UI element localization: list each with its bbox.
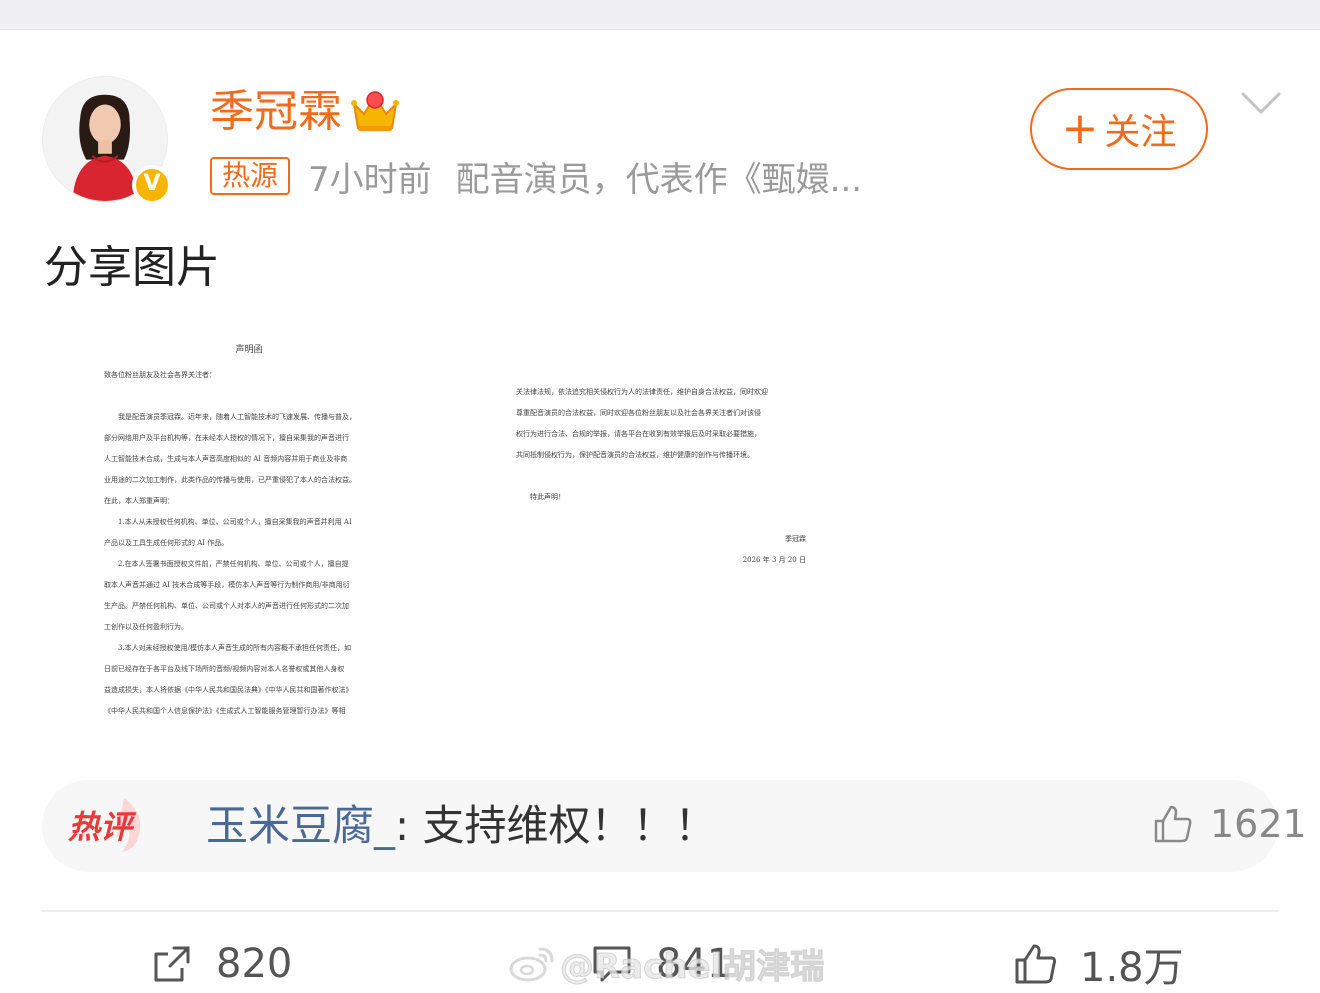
document-left-line: 2.在本人签署书面授权文件前，严禁任何机构、单位、公司或个人，擅自提 <box>118 560 349 568</box>
source-tag[interactable]: 热源 <box>210 157 291 195</box>
document-signature: 季冠霖 <box>785 535 806 543</box>
comment-separator: : <box>395 801 410 850</box>
comment-body: 玉米豆腐_: 支持维权！！！ <box>206 800 717 852</box>
share-button[interactable]: 820 <box>150 936 292 992</box>
post-time: 7小时前 <box>308 159 432 200</box>
crown-icon <box>351 91 399 131</box>
post-meta: 热源 7小时前 配音演员，代表作《甄嬛... <box>210 154 876 200</box>
document-left-line: 我是配音演员季冠霖。近年来，随着人工智能技术的飞速发展、传播与普及， <box>118 413 356 421</box>
like-button[interactable]: 1.8万 <box>1014 936 1184 992</box>
document-left-line: 《中华人民共和国个人信息保护法》《生成式人工智能服务管理暂行办法》等相 <box>104 707 346 715</box>
author-description: 配音演员，代表作《甄嬛... <box>455 159 863 200</box>
document-right-line: 权行为进行合法、合规的举报，请各平台在收到有效举报后及时采取必要措施， <box>516 430 761 438</box>
thumbs-up-icon <box>1154 805 1192 843</box>
document-left-line: 工创作以及任何盈利行为。 <box>104 623 188 631</box>
document-left-line: 益造成损失，本人将依据《中华人民共和国民法典》《中华人民共和国著作权法》 <box>104 686 353 694</box>
document-left-line: 在此，本人郑重声明： <box>104 497 174 505</box>
document-left-line: 业用途的二次加工制作，此类作品的传播与使用，已严重侵犯了本人的合法权益。 <box>104 476 356 484</box>
document-left-line: 产品以及工具生成任何形式的 AI 作品。 <box>104 539 229 547</box>
like-count: 1.8万 <box>1080 945 1184 991</box>
top-bar <box>0 0 1320 30</box>
document-left-line: 部分网络用户及平台机构等，在未经本人授权的情况下，擅自采集我的声音进行 <box>104 434 349 442</box>
document-left-line: 日前已经存在于各平台及线下场所的音频/视频内容对本人名誉权或其他人身权 <box>104 665 345 673</box>
follow-button[interactable]: + 关注 <box>1030 88 1208 170</box>
document-date: 2026 年 3 月 20 日 <box>742 556 806 564</box>
share-icon <box>154 946 190 982</box>
plus-icon: + <box>1061 103 1099 154</box>
document-closing: 特此声明！ <box>530 493 565 501</box>
document-left-line: 3.本人对未经授权使用/模仿本人声音生成的所有内容概不承担任何责任，如 <box>118 644 352 652</box>
document-left-page: 声明函 致各位粉丝朋友及社会各界关注者： 我是配音演员季冠霖。近年来，随着人工智能… <box>104 340 394 722</box>
document-right-line: 共同抵制侵权行为，保护配音演员的合法权益，维护健康的创作与传播环境。 <box>516 451 754 459</box>
divider <box>42 910 1278 912</box>
post-image[interactable]: 声明函 致各位粉丝朋友及社会各界关注者： 我是配音演员季冠霖。近年来，随着人工智能… <box>40 320 840 752</box>
document-left-line: 生产品。严禁任何机构、单位、公司或个人对本人的声音进行任何形式的二次加 <box>104 602 349 610</box>
document-left-line <box>104 386 394 407</box>
watermark-text: @Rachel胡津瑞 <box>559 946 825 987</box>
document-right-line: 尊重配音演员的合法权益，同时欢迎各位粉丝朋友以及社会各界关注者们对该侵 <box>516 409 761 417</box>
document-left-line: 人工智能技术合成，生成与本人声音高度相似的 AI 音频内容并用于商业及非商 <box>104 455 348 463</box>
document-left-line: 致各位粉丝朋友及社会各界关注者： <box>104 371 216 379</box>
comment-like-count: 1621 <box>1210 802 1307 846</box>
follow-label: 关注 <box>1104 112 1177 153</box>
share-count: 820 <box>216 941 293 987</box>
hot-comment-badge: 热评 <box>68 808 133 846</box>
chevron-down-icon[interactable] <box>1240 88 1282 118</box>
verified-badge: V <box>132 165 172 205</box>
post-text: 分享图片 <box>44 242 220 293</box>
hot-comment[interactable]: 热评 玉米豆腐_: 支持维权！！！ 1621 <box>42 780 1307 872</box>
comment-text: 支持维权！！！ <box>422 801 717 850</box>
document-left-line: 1.本人从未授权任何机构、单位、公司或个人，擅自采集我的声音并利用 AI <box>118 518 352 526</box>
comment-user[interactable]: 玉米豆腐_ <box>206 801 395 850</box>
comment-like-button[interactable]: 1621 <box>1152 802 1307 846</box>
author-avatar[interactable]: V <box>42 76 172 205</box>
document-right-page: 关法律法规，依法追究相关侵权行为人的法律责任，维护自身合法权益，同时欢迎 尊重配音… <box>516 382 806 571</box>
document-right-line: 关法律法规，依法追究相关侵权行为人的法律责任，维护自身合法权益，同时欢迎 <box>516 388 768 396</box>
author-name[interactable]: 季冠霖 <box>210 86 342 138</box>
thumbs-up-icon <box>1015 944 1057 984</box>
watermark: @Rachel胡津瑞 <box>508 940 825 987</box>
document-title: 声明函 <box>235 345 263 355</box>
document-left-line: 取本人声音并通过 AI 技术合成等手段，模仿本人声音等行为制作商用/非商用衍 <box>104 581 350 589</box>
weibo-logo-icon <box>509 947 554 982</box>
